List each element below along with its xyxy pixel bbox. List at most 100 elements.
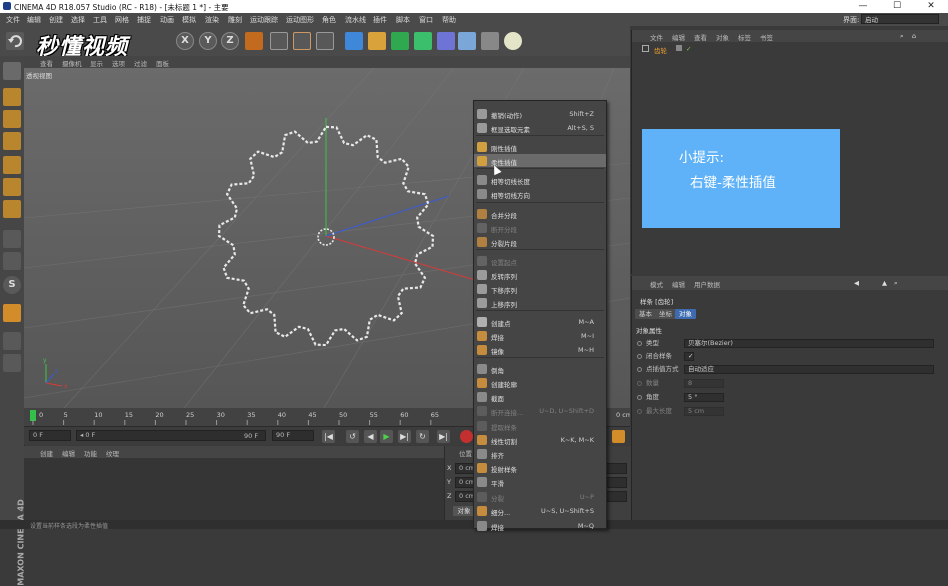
- viewport-menu-panel[interactable]: 面板: [156, 58, 169, 68]
- material-menu-function[interactable]: 功能: [84, 448, 97, 458]
- context-menu-item[interactable]: 反转序列: [474, 268, 606, 281]
- context-menu-item[interactable]: 线性切割 K~K, M~K: [474, 433, 606, 446]
- interface-layout-select[interactable]: 启动: [861, 14, 939, 24]
- context-menu-item[interactable]: 倒角: [474, 362, 606, 375]
- render-picture-viewer-icon[interactable]: [293, 32, 311, 50]
- minimize-button[interactable]: —: [846, 0, 880, 13]
- prop-number-field[interactable]: 8: [684, 379, 724, 388]
- pen-spline-icon[interactable]: [368, 32, 386, 50]
- grid-icon[interactable]: [3, 354, 21, 372]
- home-icon[interactable]: ⌂: [912, 32, 916, 40]
- context-menu-item[interactable]: 平滑: [474, 475, 606, 488]
- texture-mode-icon[interactable]: [3, 110, 21, 128]
- menu-animate[interactable]: 动画: [160, 15, 174, 25]
- context-menu-item[interactable]: 焊接 M~I: [474, 329, 606, 342]
- tab-object[interactable]: 对象: [675, 309, 696, 319]
- y-axis-lock-button[interactable]: Y: [199, 32, 217, 50]
- menu-script[interactable]: 脚本: [396, 15, 410, 25]
- object-list-item[interactable]: 齿轮 ✓: [632, 44, 948, 55]
- attr-up-arrow-icon[interactable]: ▲: [882, 279, 887, 287]
- menu-tools[interactable]: 工具: [93, 15, 107, 25]
- context-menu-item[interactable]: 分裂片段: [474, 235, 606, 248]
- context-menu-item[interactable]: 焊接 M~Q: [474, 519, 606, 532]
- menu-pipeline[interactable]: 流水线: [345, 15, 366, 25]
- attr-menu-edit[interactable]: 编辑: [672, 279, 685, 289]
- points-mode-icon[interactable]: [3, 156, 21, 174]
- edges-mode-icon[interactable]: [3, 178, 21, 196]
- model-mode-icon[interactable]: [3, 88, 21, 106]
- menu-plugins[interactable]: 插件: [373, 15, 387, 25]
- camera-icon[interactable]: [481, 32, 499, 50]
- coordinate-system-icon[interactable]: [245, 32, 263, 50]
- material-menu-texture[interactable]: 纹理: [106, 448, 119, 458]
- menu-snap[interactable]: 捕捉: [137, 15, 151, 25]
- context-menu-item[interactable]: 截面: [474, 390, 606, 403]
- context-menu-item[interactable]: 框显选取元素 Alt+S, S: [474, 121, 606, 134]
- render-view-icon[interactable]: [270, 32, 288, 50]
- z-axis-lock-button[interactable]: Z: [221, 32, 239, 50]
- tweak-icon[interactable]: [3, 252, 21, 270]
- attr-menu-userdata[interactable]: 用户数据: [694, 279, 720, 289]
- menu-sculpt[interactable]: 雕刻: [228, 15, 242, 25]
- prop-type-select[interactable]: 贝塞尔(Bezier): [684, 339, 934, 348]
- attr-back-arrow-icon[interactable]: ◀: [854, 279, 859, 287]
- menu-mesh[interactable]: 网格: [115, 15, 129, 25]
- material-menu-edit[interactable]: 编辑: [62, 448, 75, 458]
- obj-menu-edit[interactable]: 编辑: [672, 32, 685, 42]
- lock-workplane-icon[interactable]: [3, 332, 21, 350]
- viewport-menu-filter[interactable]: 过滤: [134, 58, 147, 68]
- menu-motion-tracking[interactable]: 运动跟踪: [250, 15, 278, 25]
- menu-help[interactable]: 帮助: [442, 15, 456, 25]
- end-frame-field[interactable]: 90 F: [272, 430, 314, 441]
- context-menu-item[interactable]: 相等切线方向: [474, 187, 606, 200]
- obj-menu-tags[interactable]: 标签: [738, 32, 751, 42]
- obj-menu-bookmarks[interactable]: 书签: [760, 32, 773, 42]
- context-menu-item[interactable]: 创建轮廓: [474, 376, 606, 389]
- polygons-mode-icon[interactable]: [3, 200, 21, 218]
- menu-window[interactable]: 窗口: [419, 15, 433, 25]
- context-menu-item[interactable]: 撤销(动作) Shift+Z: [474, 107, 606, 120]
- material-menu-create[interactable]: 创建: [40, 448, 53, 458]
- context-menu-item[interactable]: 细分... U~S, U~Shift+S: [474, 504, 606, 517]
- axis-mode-icon[interactable]: [3, 230, 21, 248]
- make-editable-icon[interactable]: [3, 62, 21, 80]
- context-menu-item[interactable]: 镜像 M~H: [474, 343, 606, 356]
- tab-basic[interactable]: 基本: [635, 309, 656, 319]
- material-area[interactable]: [24, 458, 444, 520]
- light-icon[interactable]: [504, 32, 522, 50]
- context-menu-item[interactable]: 上移序列: [474, 296, 606, 309]
- obj-menu-file[interactable]: 文件: [650, 32, 663, 42]
- menu-render[interactable]: 渲染: [205, 15, 219, 25]
- timeline-playhead[interactable]: [30, 410, 36, 421]
- magnet-icon[interactable]: [3, 304, 21, 322]
- context-menu-item[interactable]: 创建点 M~A: [474, 315, 606, 328]
- layer-icon[interactable]: [676, 45, 682, 51]
- attr-search-icon[interactable]: ⌕: [894, 279, 898, 288]
- viewport-menu-display[interactable]: 显示: [90, 58, 103, 68]
- viewport-menu-options[interactable]: 选项: [112, 58, 125, 68]
- go-to-end-icon[interactable]: ▶|: [437, 430, 450, 443]
- render-settings-icon[interactable]: [316, 32, 334, 50]
- deformer-icon[interactable]: [437, 32, 455, 50]
- snap-icon[interactable]: S: [3, 276, 21, 294]
- prev-key-icon[interactable]: ↺: [346, 430, 359, 443]
- menu-file[interactable]: 文件: [6, 15, 20, 25]
- next-frame-icon[interactable]: ▶|: [398, 430, 411, 443]
- tab-coord[interactable]: 坐标: [655, 309, 676, 319]
- prop-max-length-field[interactable]: 5 cm: [684, 407, 724, 416]
- attr-menu-mode[interactable]: 模式: [650, 279, 663, 289]
- viewport-menu-cameras[interactable]: 摄像机: [62, 58, 82, 68]
- x-axis-lock-button[interactable]: X: [176, 32, 194, 50]
- context-menu-item[interactable]: 刚性插值: [474, 140, 606, 153]
- prop-angle-field[interactable]: 5 °: [684, 393, 724, 402]
- start-frame-field[interactable]: 0 F: [29, 430, 71, 441]
- object-name[interactable]: 齿轮: [654, 45, 667, 55]
- maximize-button[interactable]: ☐: [880, 0, 914, 13]
- workplane-icon[interactable]: [3, 132, 21, 150]
- subdivision-surface-icon[interactable]: [391, 32, 409, 50]
- record-icon[interactable]: [460, 430, 473, 443]
- close-button[interactable]: ✕: [914, 0, 948, 13]
- search-icon[interactable]: ⌕: [900, 32, 904, 41]
- array-icon[interactable]: [414, 32, 432, 50]
- context-menu-item[interactable]: 投射样条: [474, 461, 606, 474]
